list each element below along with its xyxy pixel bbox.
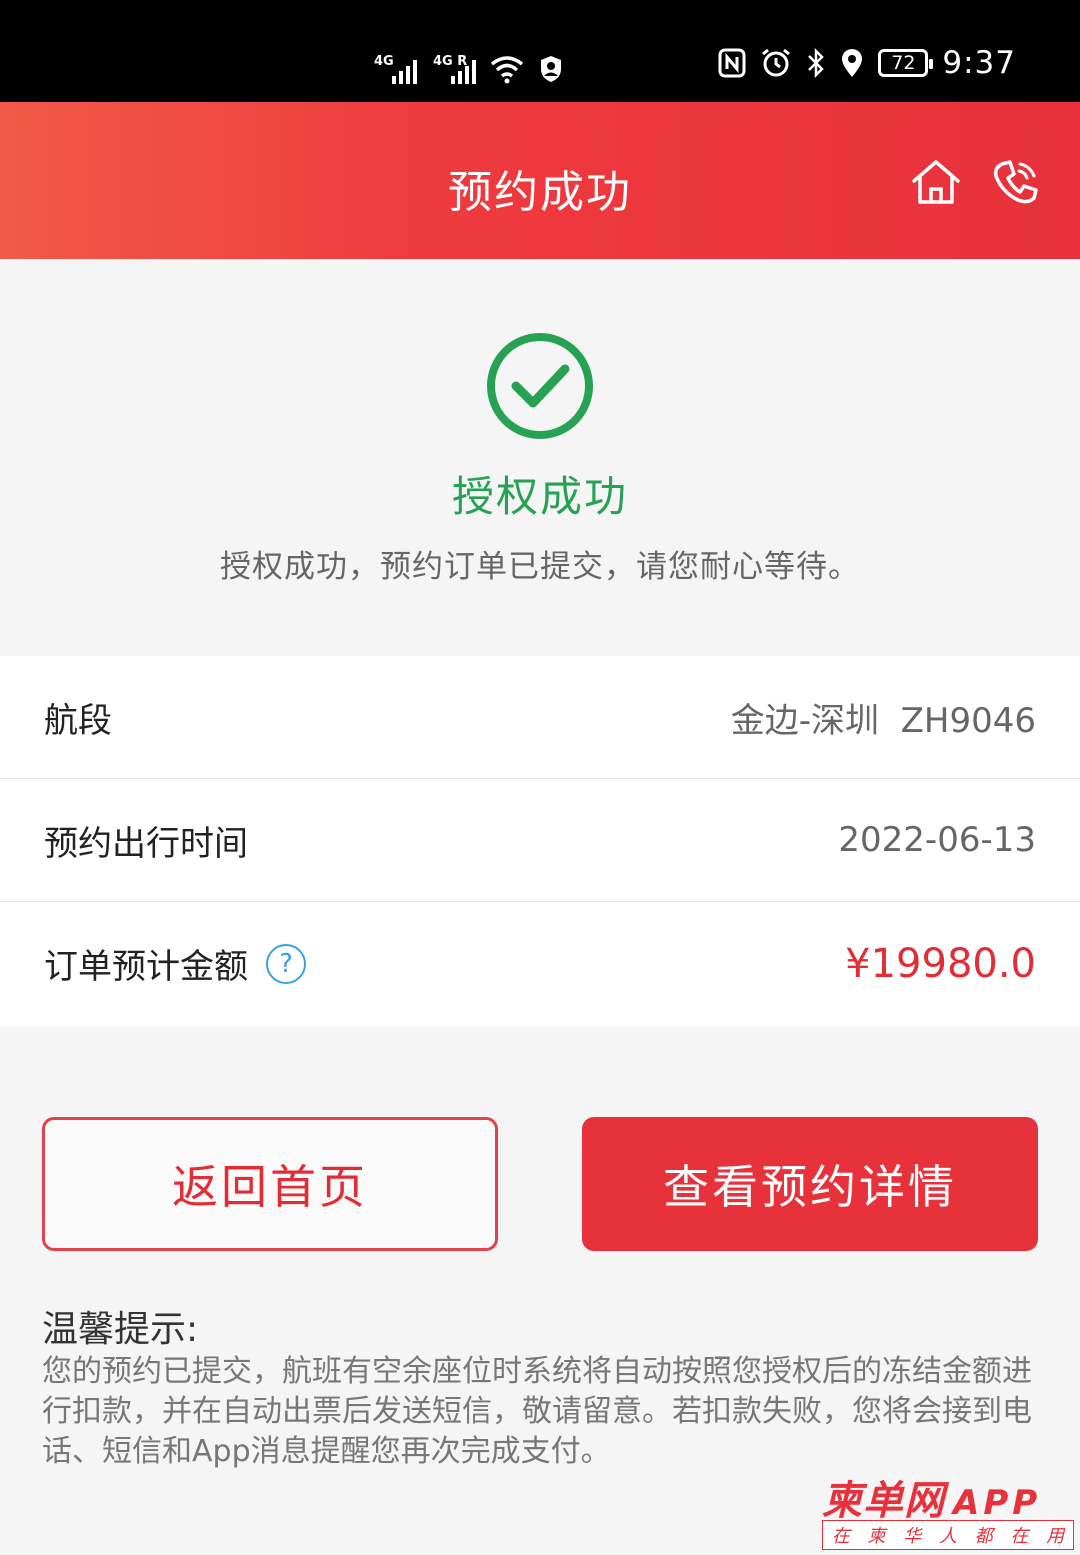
battery-icon: 72 bbox=[878, 49, 934, 77]
bluetooth-icon bbox=[808, 47, 825, 79]
slogan-char: 都 bbox=[974, 1526, 993, 1547]
call-button[interactable] bbox=[988, 154, 1044, 210]
date-row: 预约出行时间 2022-06-13 bbox=[0, 779, 1080, 902]
date-value: 2022-06-13 bbox=[838, 820, 1036, 860]
watermark: 柬单网 APP 在 柬 华 人 都 在 用 bbox=[822, 1468, 1080, 1555]
slogan-char: 柬 bbox=[867, 1526, 886, 1547]
date-label: 预约出行时间 bbox=[44, 823, 248, 864]
slogan-char: 用 bbox=[1046, 1526, 1065, 1547]
vpn-shield-icon bbox=[541, 56, 561, 82]
amount-value: ¥19980.0 bbox=[845, 940, 1036, 987]
success-title: 授权成功 bbox=[451, 472, 628, 521]
amount-row: 订单预计金额 ? ¥19980.0 bbox=[0, 902, 1080, 1025]
segment-row: 航段 金边-深圳 ZH9046 bbox=[0, 656, 1080, 779]
order-info-card: 航段 金边-深圳 ZH9046 预约出行时间 2022-06-13 订单预计金额… bbox=[0, 656, 1080, 1026]
watermark-logo: 柬单网 bbox=[822, 1478, 945, 1524]
home-button[interactable] bbox=[908, 154, 964, 210]
signal-icon: 4G bbox=[372, 54, 417, 84]
segment-label: 航段 bbox=[44, 700, 112, 741]
phone-icon bbox=[993, 160, 1038, 204]
alarm-icon bbox=[762, 48, 791, 77]
check-circle-icon bbox=[487, 333, 593, 439]
tips-body: 您的预约已提交，航班有空余座位时系统将自动按照您授权后的冻结金额进行扣款，并在自… bbox=[42, 1354, 1032, 1469]
signal-icon: 4G R bbox=[431, 54, 476, 84]
location-icon bbox=[842, 49, 863, 77]
watermark-top: 柬单网 APP bbox=[822, 1468, 1080, 1524]
amount-label: 订单预计金额 bbox=[44, 947, 248, 987]
slogan-char: 在 bbox=[1010, 1526, 1029, 1547]
network-type-label: 4G R bbox=[433, 54, 468, 69]
nfc-icon bbox=[718, 48, 746, 78]
page-header: 预约成功 bbox=[0, 102, 1080, 259]
slogan-char: 在 bbox=[831, 1526, 850, 1547]
battery-level: 72 bbox=[891, 52, 916, 74]
wifi-icon bbox=[490, 56, 524, 84]
status-right: 72 9:37 bbox=[718, 40, 1016, 86]
amount-label-group: 订单预计金额 ? bbox=[44, 939, 306, 988]
status-bar: 4G 4G R 72 9:37 bbox=[0, 0, 1080, 102]
success-description: 授权成功，预约订单已提交，请您耐心等待。 bbox=[220, 549, 860, 585]
back-home-button[interactable]: 返回首页 bbox=[42, 1117, 498, 1251]
slogan-char: 人 bbox=[938, 1526, 957, 1547]
status-left: 4G 4G R bbox=[372, 40, 564, 84]
view-detail-button[interactable]: 查看预约详情 bbox=[582, 1117, 1038, 1251]
help-icon[interactable]: ? bbox=[266, 943, 306, 984]
tips-title: 温馨提示: bbox=[42, 1309, 199, 1350]
clock: 9:37 bbox=[942, 45, 1016, 81]
slogan-char: 华 bbox=[903, 1526, 922, 1547]
segment-value: 金边-深圳 ZH9046 bbox=[730, 700, 1036, 741]
network-type-label: 4G bbox=[374, 54, 394, 69]
success-panel: 授权成功 授权成功，预约订单已提交，请您耐心等待。 bbox=[0, 259, 1080, 656]
home-icon bbox=[912, 160, 960, 204]
watermark-app: APP bbox=[953, 1483, 1042, 1523]
